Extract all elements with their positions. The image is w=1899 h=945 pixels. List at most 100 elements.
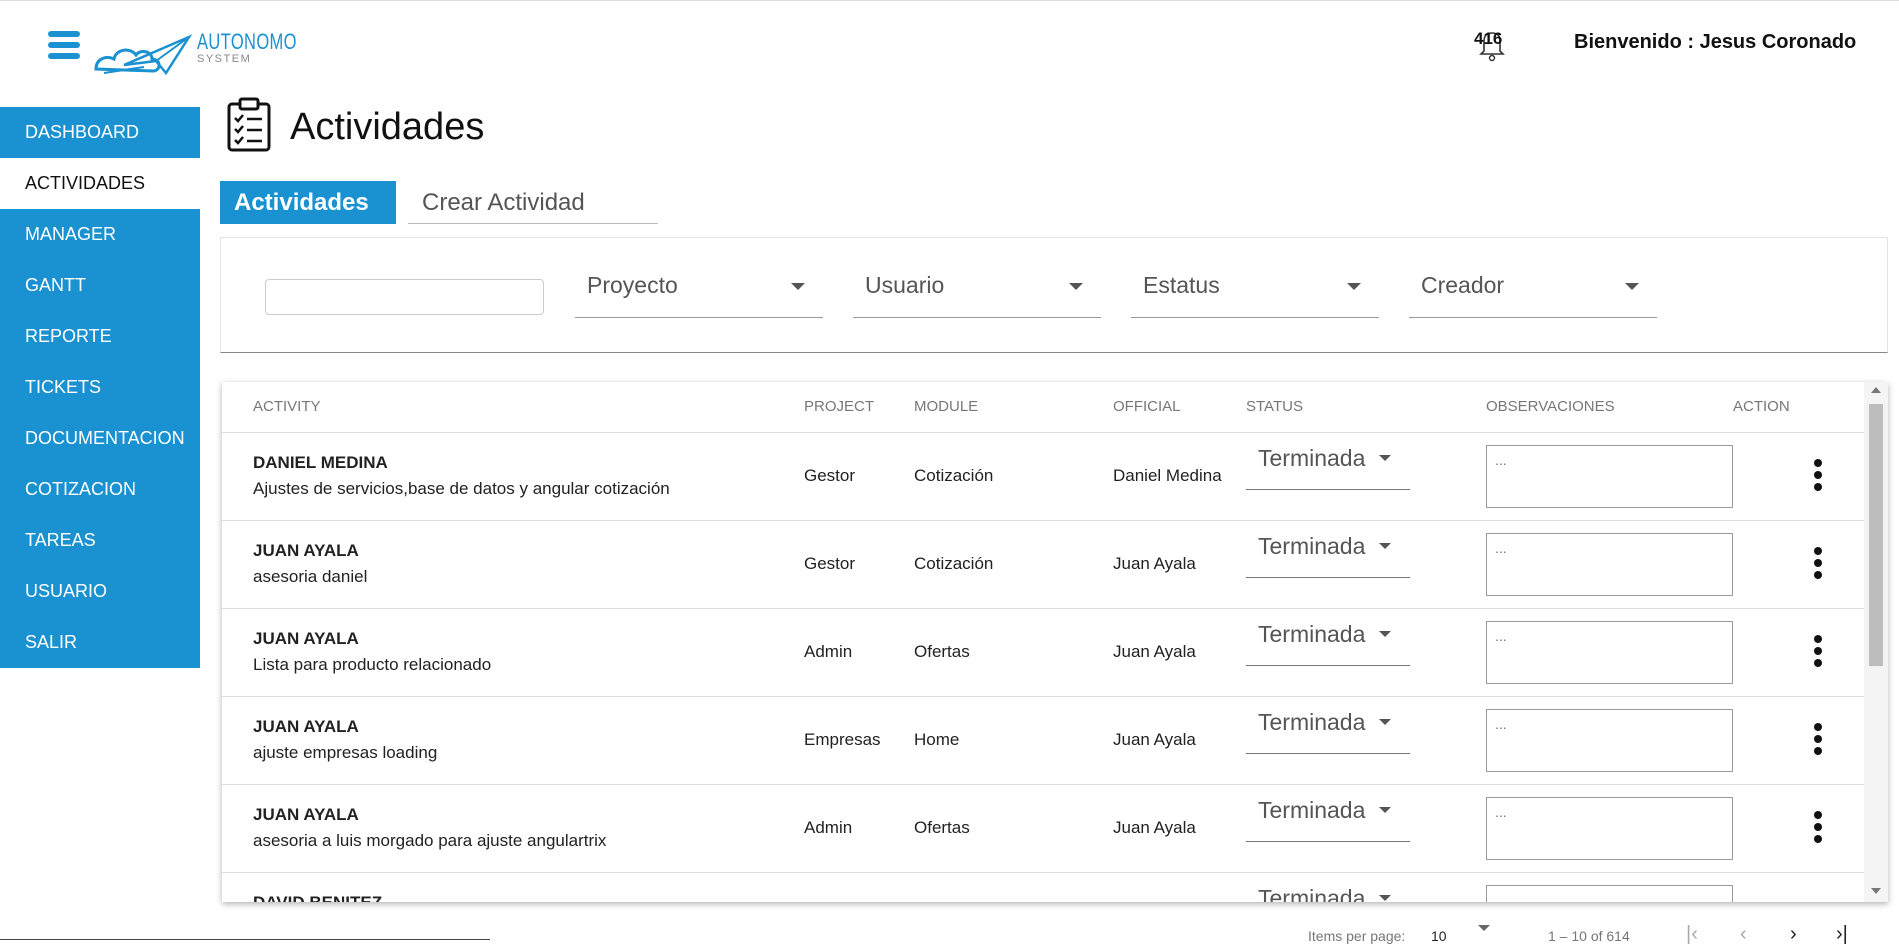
sidebar-item-cotizacion[interactable]: COTIZACION: [0, 464, 200, 515]
module-cell: Cotización: [914, 554, 994, 573]
sidebar-item-usuario[interactable]: USUARIO: [0, 566, 200, 617]
status-select[interactable]: Terminada: [1246, 533, 1410, 578]
status-select[interactable]: Terminada: [1246, 797, 1410, 842]
sidebar-item-gantt[interactable]: GANTT: [0, 260, 200, 311]
chevron-down-icon: [1379, 455, 1391, 461]
chevron-down-icon: [1069, 283, 1083, 290]
chevron-down-icon: [1379, 719, 1391, 725]
chevron-down-icon: [1379, 895, 1391, 901]
status-filter-label: Estatus: [1143, 272, 1220, 298]
table-row: JUAN AYALA ajuste empresas loading Empre…: [222, 697, 1864, 785]
module-cell: Cotización: [914, 466, 994, 485]
chevron-down-icon[interactable]: [1478, 925, 1490, 931]
status-select[interactable]: Terminada: [1246, 885, 1410, 902]
sidebar-item-tareas[interactable]: TAREAS: [0, 515, 200, 566]
sidebar-item-documentacion[interactable]: DOCUMENTACION: [0, 413, 200, 464]
official-cell: Juan Ayala: [1113, 818, 1196, 837]
observations-field[interactable]: [1486, 797, 1733, 860]
tab-crear-actividad[interactable]: Crear Actividad: [408, 181, 658, 224]
table-row: DAVID BENITEZ Terminada: [222, 873, 1864, 902]
page-size-select[interactable]: 10: [1431, 928, 1447, 944]
more-vert-icon[interactable]: [1811, 547, 1825, 583]
official-cell: Juan Ayala: [1113, 554, 1196, 573]
status-value: Terminada: [1258, 533, 1366, 559]
paginator: Items per page: 10 1 – 10 of 614 |‹ ‹ › …: [1300, 920, 1890, 944]
status-value: Terminada: [1258, 621, 1366, 647]
filter-panel: Proyecto Usuario Estatus Creador: [220, 237, 1888, 353]
logo-wordmark: AUTONOMO SYSTEM: [197, 29, 330, 66]
next-page-icon[interactable]: ›: [1790, 924, 1797, 944]
status-select[interactable]: Terminada: [1246, 709, 1410, 754]
observations-field[interactable]: [1486, 533, 1733, 596]
observations-field[interactable]: [1486, 445, 1733, 508]
status-filter-select[interactable]: Estatus: [1131, 268, 1379, 318]
creator-select-label: Creador: [1421, 272, 1505, 298]
chevron-down-icon: [791, 283, 805, 290]
activity-description: ajuste empresas loading: [253, 743, 438, 762]
module-cell: Ofertas: [914, 818, 970, 837]
more-vert-icon[interactable]: [1811, 811, 1825, 847]
status-select[interactable]: Terminada: [1246, 445, 1410, 490]
module-cell: Home: [914, 730, 960, 749]
project-cell: Admin: [804, 818, 853, 837]
header-activity: ACTIVITY: [253, 398, 321, 415]
menu-icon[interactable]: [48, 31, 80, 63]
project-cell: Gestor: [804, 554, 856, 573]
scroll-up-icon[interactable]: [1871, 387, 1881, 393]
table-scrollbar[interactable]: [1864, 382, 1888, 902]
table-row: JUAN AYALA asesoria daniel Gestor Cotiza…: [222, 521, 1864, 609]
logo-name: AUTONOMO: [197, 29, 297, 54]
more-vert-icon[interactable]: [1811, 635, 1825, 671]
chevron-down-icon: [1379, 807, 1391, 813]
chevron-down-icon: [1347, 283, 1361, 290]
sidebar-item-reporte[interactable]: REPORTE: [0, 311, 200, 362]
scrollbar-thumb[interactable]: [1869, 404, 1883, 666]
observations-field[interactable]: [1486, 621, 1733, 684]
user-select[interactable]: Usuario: [853, 268, 1101, 318]
activity-name: DANIEL MEDINA: [253, 453, 388, 472]
activity-name: DAVID BENITEZ: [253, 893, 382, 902]
activity-name: JUAN AYALA: [253, 541, 359, 560]
official-cell: Daniel Medina: [1113, 466, 1222, 485]
activity-name: JUAN AYALA: [253, 717, 359, 736]
bottom-divider: [0, 939, 490, 940]
official-cell: Juan Ayala: [1113, 642, 1196, 661]
welcome-text: Bienvenido : Jesus Coronado: [1574, 31, 1857, 53]
project-select[interactable]: Proyecto: [575, 268, 823, 318]
top-header: AUTONOMO SYSTEM 416 Bienvenido : Jesus C…: [0, 0, 1899, 88]
activities-table: ACTIVITY PROJECT MODULE OFFICIAL STATUS …: [222, 382, 1888, 902]
scroll-down-icon[interactable]: [1871, 888, 1881, 894]
more-vert-icon[interactable]: [1811, 459, 1825, 495]
header-observaciones: OBSERVACIONES: [1486, 398, 1615, 415]
sidebar-item-manager[interactable]: MANAGER: [0, 209, 200, 260]
last-page-icon[interactable]: ›|: [1836, 924, 1848, 944]
sidebar-item-actividades[interactable]: ACTIVIDADES: [0, 158, 200, 209]
header-module: MODULE: [914, 398, 979, 415]
project-cell: Gestor: [804, 466, 856, 485]
search-input[interactable]: [265, 279, 544, 315]
project-cell: Admin: [804, 642, 853, 661]
sidebar: DASHBOARD ACTIVIDADES MANAGER GANTT REPO…: [0, 107, 200, 668]
tab-actividades[interactable]: Actividades: [220, 181, 396, 224]
project-select-label: Proyecto: [587, 272, 678, 298]
more-vert-icon[interactable]: [1811, 723, 1825, 759]
activity-name: JUAN AYALA: [253, 629, 359, 648]
prev-page-icon[interactable]: ‹: [1740, 924, 1747, 944]
first-page-icon[interactable]: |‹: [1686, 924, 1698, 944]
chevron-down-icon: [1379, 631, 1391, 637]
chevron-down-icon: [1625, 283, 1639, 290]
activity-description: asesoria daniel: [253, 567, 368, 586]
creator-select[interactable]: Creador: [1409, 268, 1657, 318]
observations-field[interactable]: [1486, 885, 1733, 902]
table-header: ACTIVITY PROJECT MODULE OFFICIAL STATUS …: [222, 382, 1864, 433]
page-title: Actividades: [290, 106, 485, 148]
activity-description: Lista para producto relacionado: [253, 655, 492, 674]
official-cell: Juan Ayala: [1113, 730, 1196, 749]
sidebar-item-dashboard[interactable]: DASHBOARD: [0, 107, 200, 158]
sidebar-item-salir[interactable]: SALIR: [0, 617, 200, 668]
sidebar-item-tickets[interactable]: TICKETS: [0, 362, 200, 413]
items-per-page-label: Items per page:: [1308, 928, 1406, 944]
header-project: PROJECT: [804, 398, 875, 415]
observations-field[interactable]: [1486, 709, 1733, 772]
status-select[interactable]: Terminada: [1246, 621, 1410, 666]
